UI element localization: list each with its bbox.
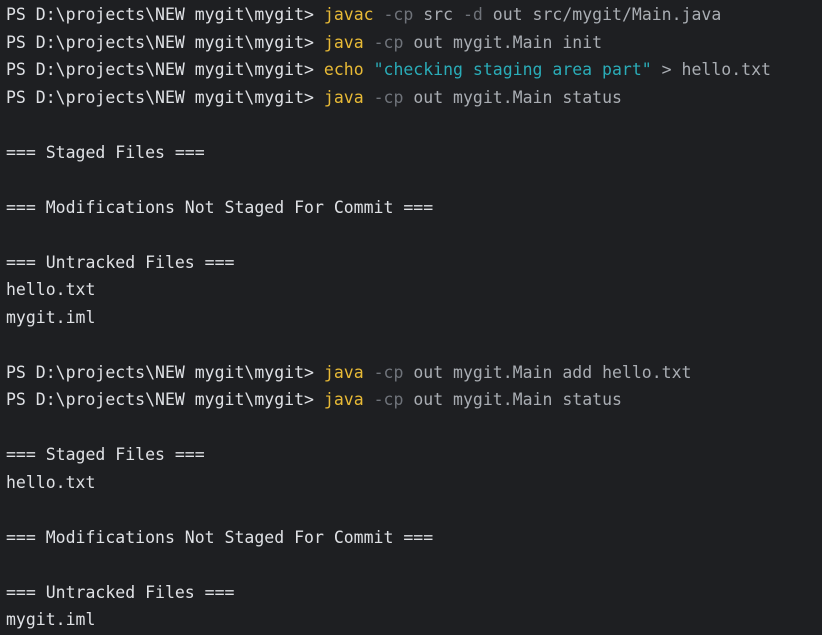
shell-prompt: PS D:\projects\NEW mygit\mygit> bbox=[6, 32, 324, 52]
command-line: PS D:\projects\NEW mygit\mygit> java -cp… bbox=[6, 84, 822, 112]
command-line: PS D:\projects\NEW mygit\mygit> java -cp… bbox=[6, 359, 822, 387]
command-token-cmd: java bbox=[323, 87, 364, 107]
command-token-cmd: java bbox=[323, 362, 364, 382]
command-token-arg: out src/mygit/Main.java bbox=[482, 5, 722, 24]
output-line: === Untracked Files === bbox=[6, 582, 235, 602]
output-line: mygit.iml bbox=[6, 307, 96, 327]
command-token-arg: src bbox=[413, 5, 454, 24]
output-line: === Staged Files === bbox=[6, 142, 205, 162]
command-line: PS D:\projects\NEW mygit\mygit> java -cp… bbox=[6, 29, 822, 57]
command-token-arg: > hello.txt bbox=[651, 60, 771, 79]
shell-prompt: PS D:\projects\NEW mygit\mygit> bbox=[6, 5, 324, 24]
output-line: === Untracked Files === bbox=[6, 252, 235, 272]
command-token-cmd: java bbox=[323, 390, 364, 409]
shell-prompt: PS D:\projects\NEW mygit\mygit> bbox=[6, 60, 324, 79]
command-token-flag: -cp bbox=[373, 5, 414, 24]
shell-prompt: PS D:\projects\NEW mygit\mygit> bbox=[6, 87, 324, 107]
command-token-arg: out mygit.Main add hello.txt bbox=[403, 362, 692, 382]
command-token-cmd: java bbox=[323, 32, 364, 52]
output-line: mygit.iml bbox=[6, 610, 96, 629]
shell-prompt: PS D:\projects\NEW mygit\mygit> bbox=[6, 362, 324, 382]
output-line: === Staged Files === bbox=[6, 445, 205, 464]
terminal-output[interactable]: PS D:\projects\NEW mygit\mygit> javac -c… bbox=[0, 0, 822, 635]
command-token-cmd: javac bbox=[323, 5, 374, 24]
command-token-flag: -cp bbox=[363, 390, 404, 409]
output-line: === Modifications Not Staged For Commit … bbox=[6, 197, 434, 217]
command-token-arg: out mygit.Main status bbox=[403, 87, 622, 107]
command-token-flag: -cp bbox=[363, 362, 404, 382]
output-line: hello.txt bbox=[6, 280, 96, 299]
output-line: === Modifications Not Staged For Commit … bbox=[6, 527, 434, 547]
command-token-arg: out mygit.Main status bbox=[403, 390, 622, 409]
command-token-flag: -d bbox=[453, 5, 483, 24]
command-token-flag: -cp bbox=[363, 32, 404, 52]
shell-prompt: PS D:\projects\NEW mygit\mygit> bbox=[6, 390, 324, 409]
output-line: hello.txt bbox=[6, 472, 96, 492]
command-token-cmd: echo bbox=[323, 60, 364, 79]
command-line: PS D:\projects\NEW mygit\mygit> echo "ch… bbox=[6, 56, 822, 84]
command-line: PS D:\projects\NEW mygit\mygit> javac -c… bbox=[6, 1, 822, 29]
command-line: PS D:\projects\NEW mygit\mygit> java -cp… bbox=[6, 386, 822, 414]
command-token-str: "checking staging area part" bbox=[363, 60, 652, 79]
command-token-flag: -cp bbox=[363, 87, 404, 107]
command-token-arg: out mygit.Main init bbox=[403, 32, 603, 52]
